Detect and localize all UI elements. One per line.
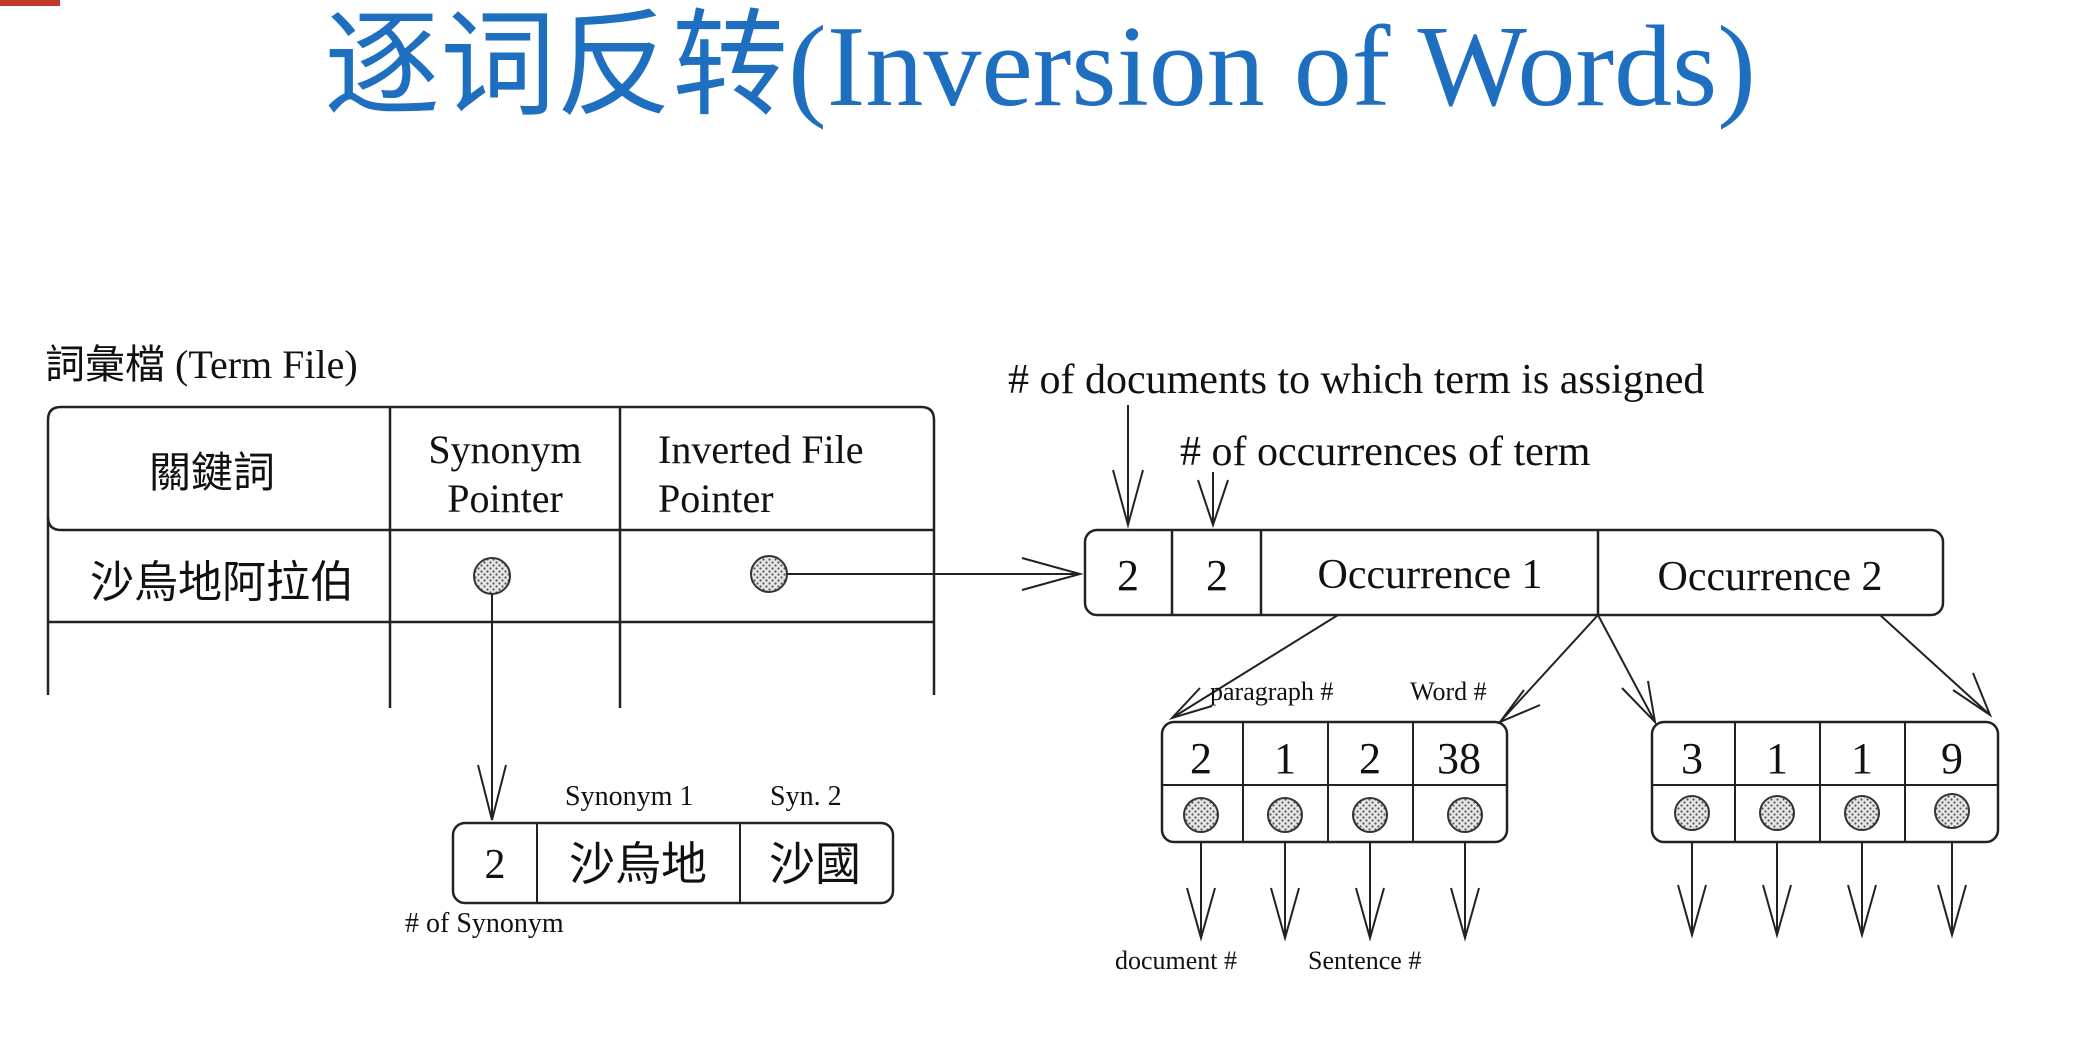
occ1-down-arrows bbox=[1186, 842, 1480, 942]
occ2-pointer-dot-3 bbox=[1844, 795, 1880, 831]
occ2-value-2: 1 bbox=[1766, 734, 1788, 783]
synonym-1-cell: 沙烏地 bbox=[569, 839, 707, 890]
occ-count-cell: 2 bbox=[1206, 551, 1228, 600]
synonym-2-label: Syn. 2 bbox=[770, 781, 842, 812]
document-label: document # bbox=[1115, 946, 1237, 975]
header-synonym-line2: Pointer bbox=[447, 476, 563, 521]
occ-count-label: # of occurrences of term bbox=[1180, 429, 1591, 475]
occ1-pointer-dot-3 bbox=[1352, 797, 1388, 833]
occ1-pointer-dot-2 bbox=[1267, 797, 1303, 833]
occurrence-1-cell: Occurrence 1 bbox=[1317, 552, 1542, 598]
inversion-diagram: 詞彙檔 (Term File) 關鍵詞 Synonym Pointer Inve… bbox=[45, 342, 2000, 975]
occ2-pointer-dot-2 bbox=[1759, 795, 1795, 831]
occ1-paragraph-value: 2 bbox=[1190, 734, 1212, 783]
occ1-pointer-dot-1 bbox=[1183, 797, 1219, 833]
occurrence-1-record: paragraph # Word # 2 1 2 38 document # S… bbox=[1115, 677, 1509, 975]
docs-count-label: # of documents to which term is assigned bbox=[1008, 357, 1704, 403]
occurrence-2-cell: Occurrence 2 bbox=[1657, 554, 1882, 600]
term-cell: 沙烏地阿拉伯 bbox=[90, 558, 354, 607]
header-inverted-line1: Inverted File bbox=[658, 427, 864, 472]
term-file-caption: 詞彙檔 (Term File) bbox=[45, 342, 358, 387]
synonym-1-label: Synonym 1 bbox=[565, 781, 693, 812]
inverted-pointer-dot bbox=[750, 555, 788, 593]
occ1-value-3: 2 bbox=[1359, 734, 1381, 783]
occ1-word-value: 38 bbox=[1437, 734, 1481, 783]
docs-count-cell: 2 bbox=[1117, 551, 1139, 600]
term-file: 詞彙檔 (Term File) 關鍵詞 Synonym Pointer Inve… bbox=[45, 342, 936, 708]
sentence-label: Sentence # bbox=[1308, 946, 1421, 975]
occurrence-2-record: 3 1 1 9 bbox=[1650, 720, 2000, 939]
inverted-entry: # of documents to which term is assigned… bbox=[1008, 357, 1945, 617]
occ2-value-1: 3 bbox=[1681, 734, 1703, 783]
header-synonym-line1: Synonym bbox=[428, 427, 581, 472]
synonym-record: Synonym 1 Syn. 2 2 沙烏地 沙國 # of Synonym bbox=[405, 781, 895, 939]
occ1-sentence-value: 1 bbox=[1274, 734, 1296, 783]
occ2-value-4: 9 bbox=[1941, 734, 1963, 783]
occ2-pointer-dot-4 bbox=[1934, 793, 1970, 829]
synonym-count-cell: 2 bbox=[485, 842, 506, 888]
synonym-2-cell: 沙國 bbox=[769, 839, 861, 890]
synonym-count-label: # of Synonym bbox=[405, 908, 564, 939]
word-label: Word # bbox=[1410, 677, 1487, 706]
occ2-down-arrows bbox=[1677, 842, 1967, 939]
occ1-pointer-dot-4 bbox=[1447, 797, 1483, 833]
paragraph-label: paragraph # bbox=[1210, 677, 1333, 706]
slide: 逐词反转(Inversion of Words) 詞彙檔 (Term File)… bbox=[0, 0, 2080, 1037]
synonym-pointer-dot bbox=[473, 557, 511, 595]
occ2-value-3: 1 bbox=[1851, 734, 1873, 783]
occ2-pointer-dot-1 bbox=[1674, 795, 1710, 831]
header-keyword: 關鍵詞 bbox=[149, 450, 275, 497]
header-inverted-line2: Pointer bbox=[658, 476, 774, 521]
